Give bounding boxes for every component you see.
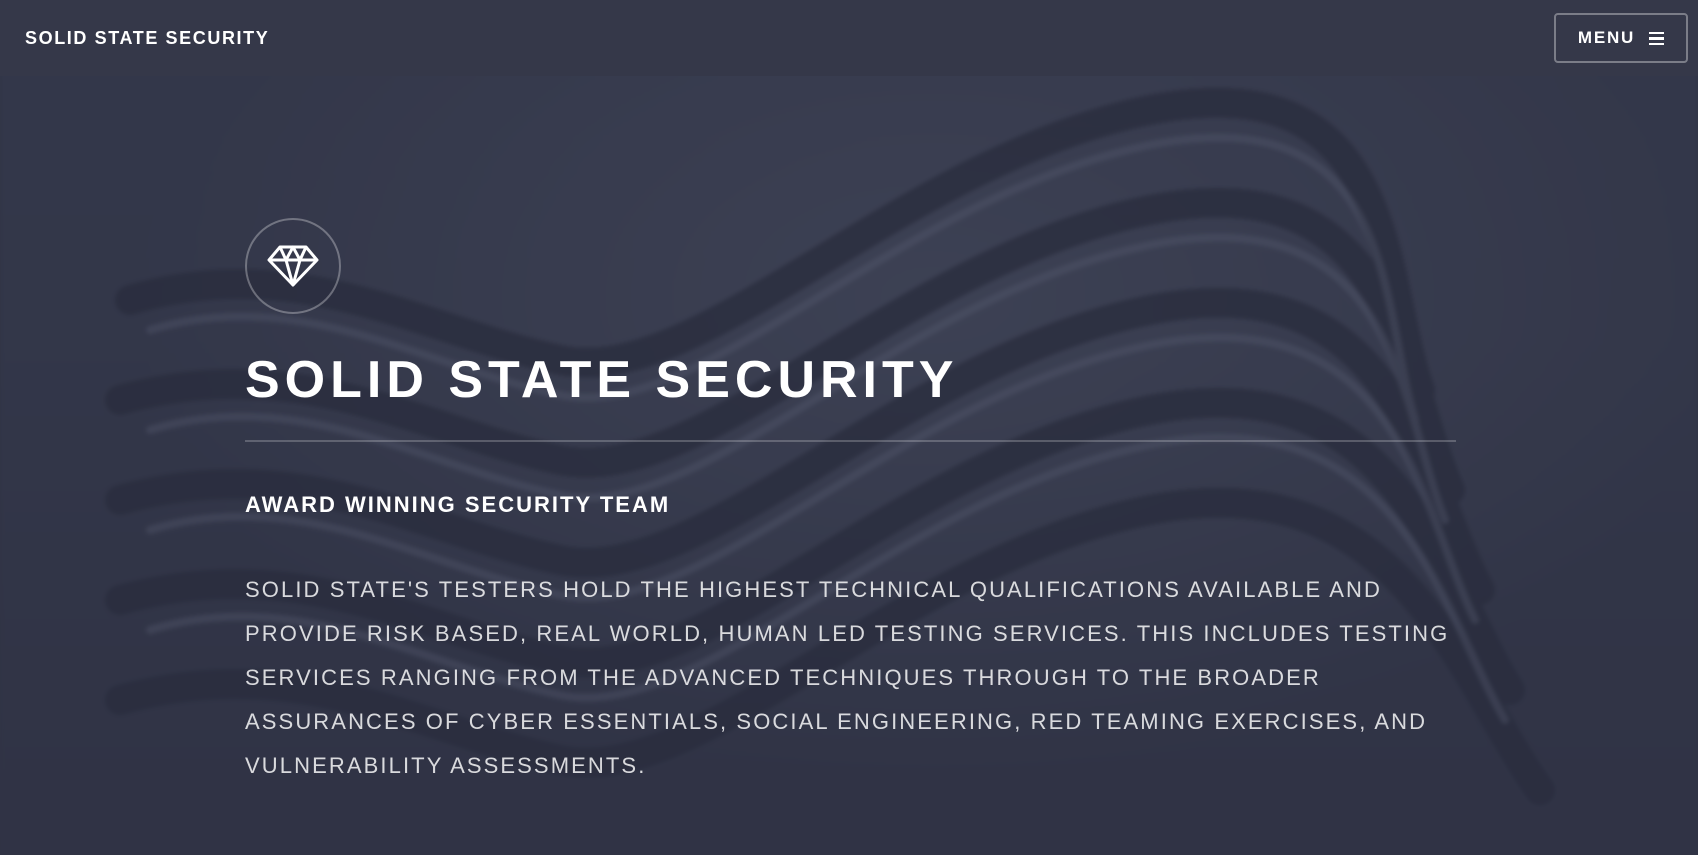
hero-description: SOLID STATE'S TESTERS HOLD THE HIGHEST T… bbox=[245, 577, 1450, 778]
site-brand-link[interactable]: SOLID STATE SECURITY bbox=[25, 28, 269, 49]
hamburger-icon bbox=[1649, 31, 1665, 45]
menu-button[interactable]: MENU bbox=[1554, 13, 1688, 63]
divider bbox=[245, 440, 1456, 442]
hero-section: SOLID STATE SECURITY AWARD WINNING SECUR… bbox=[245, 218, 1456, 810]
menu-label: MENU bbox=[1577, 28, 1636, 47]
logo-badge bbox=[245, 218, 341, 314]
page: SOLID STATE SECURITY MENU SOLID STATE SE… bbox=[0, 0, 1698, 855]
page-title: SOLID STATE SECURITY bbox=[245, 351, 959, 409]
subtitle: AWARD WINNING SECURITY TEAM bbox=[245, 492, 671, 517]
diamond-icon bbox=[267, 245, 319, 287]
top-navbar: SOLID STATE SECURITY MENU bbox=[0, 0, 1698, 76]
